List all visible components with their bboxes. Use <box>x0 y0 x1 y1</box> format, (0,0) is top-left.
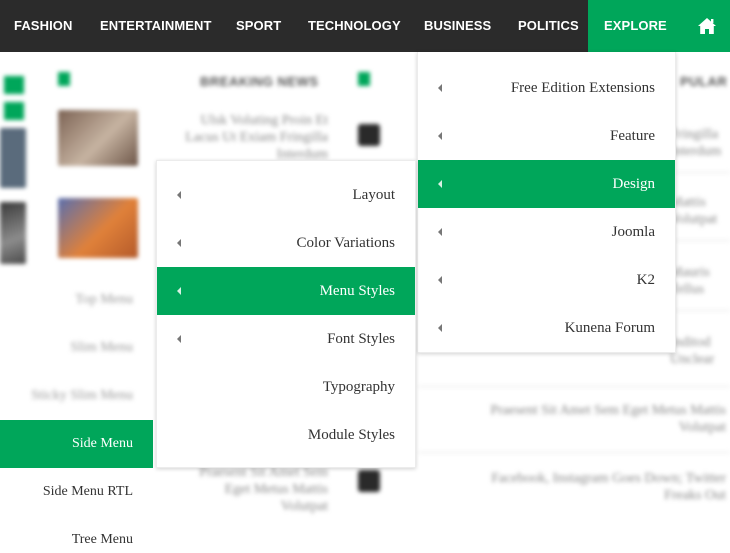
caret-left-icon <box>177 239 181 247</box>
nav-technology[interactable]: TECHNOLOGY <box>308 0 401 52</box>
comment-icon <box>358 470 380 492</box>
side-menu-item-sticky-slim-menu[interactable]: Sticky Slim Menu <box>0 372 153 420</box>
design-item-layout[interactable]: Layout <box>157 171 415 219</box>
caret-left-icon <box>438 132 442 140</box>
design-item-font-styles[interactable]: Font Styles <box>157 315 415 363</box>
nav-sport[interactable]: SPORT <box>236 0 281 52</box>
explore-item-free-edition-extensions[interactable]: Free Edition Extensions <box>418 64 675 112</box>
news-title: Praesent Sit Amet Sem Eget Metus Mattis Vo… <box>199 465 328 514</box>
design-submenu: Layout Color Variations Menu Styles Font… <box>156 160 416 468</box>
design-item-typography[interactable]: Typography <box>157 363 415 411</box>
explore-item-kunena-forum[interactable]: Kunena Forum <box>418 304 675 352</box>
nav-entertainment[interactable]: ENTERTAINMENT <box>100 0 212 52</box>
divider <box>672 240 730 241</box>
caret-left-icon <box>438 228 442 236</box>
explore-item-feature[interactable]: Feature <box>418 112 675 160</box>
nav-explore[interactable]: EXPLORE <box>588 0 684 52</box>
caret-left-icon <box>438 276 442 284</box>
side-menu-item-side-menu-rtl[interactable]: Side Menu RTL <box>0 468 153 516</box>
divider <box>418 386 730 387</box>
home-icon <box>698 18 716 34</box>
caret-left-icon <box>177 287 181 295</box>
nav-business[interactable]: BUSINESS <box>424 0 491 52</box>
design-item-module-styles[interactable]: Module Styles <box>157 411 415 459</box>
comment-icon <box>358 124 380 146</box>
caret-left-icon <box>438 180 442 188</box>
caret-left-icon <box>438 324 442 332</box>
explore-item-design[interactable]: Design <box>418 160 675 208</box>
popular-item: Fringilla Interdum <box>670 127 722 159</box>
divider <box>672 310 730 311</box>
explore-dropdown: Free Edition Extensions Feature Design J… <box>417 52 676 353</box>
green-indicator <box>358 72 370 86</box>
popular-item: Praesent Sit Amet Sem Eget Metus Mattis V… <box>490 403 726 435</box>
nav-home[interactable] <box>684 0 730 52</box>
explore-item-joomla[interactable]: Joomla <box>418 208 675 256</box>
side-menu-item-top-menu[interactable]: Top Menu <box>0 276 153 324</box>
top-navigation: FASHION ENTERTAINMENT SPORT TECHNOLOGY B… <box>0 0 730 52</box>
divider <box>418 452 730 453</box>
popular-heading: PULAR <box>680 74 728 89</box>
nav-politics[interactable]: POLITICS <box>518 0 579 52</box>
popular-item: Facebook, Instagram Goes Down; Twitter Fr… <box>491 471 726 503</box>
divider <box>672 172 730 173</box>
explore-item-k2[interactable]: K2 <box>418 256 675 304</box>
side-menu-item-side-menu[interactable]: Side Menu <box>0 420 153 468</box>
popular-item: Mattis Volutpat <box>670 195 718 227</box>
caret-left-icon <box>177 191 181 199</box>
breaking-news-heading: BREAKING NEWS <box>200 74 319 89</box>
news-title: Ulsk Voluting Proin Et Lacus Ut Exiam Fri… <box>185 113 328 162</box>
design-item-color-variations[interactable]: Color Variations <box>157 219 415 267</box>
caret-left-icon <box>438 84 442 92</box>
design-item-menu-styles[interactable]: Menu Styles <box>157 267 415 315</box>
caret-left-icon <box>177 335 181 343</box>
popular-item: Inditod Unclear <box>670 335 715 367</box>
nav-fashion[interactable]: FASHION <box>14 0 72 52</box>
side-menu-item-tree-menu[interactable]: Tree Menu <box>0 516 153 553</box>
side-menu-list: Top Menu Slim Menu Sticky Slim Menu Side… <box>0 52 153 553</box>
side-menu-item-slim-menu[interactable]: Slim Menu <box>0 324 153 372</box>
popular-item: Mauris Tellus <box>670 265 710 297</box>
